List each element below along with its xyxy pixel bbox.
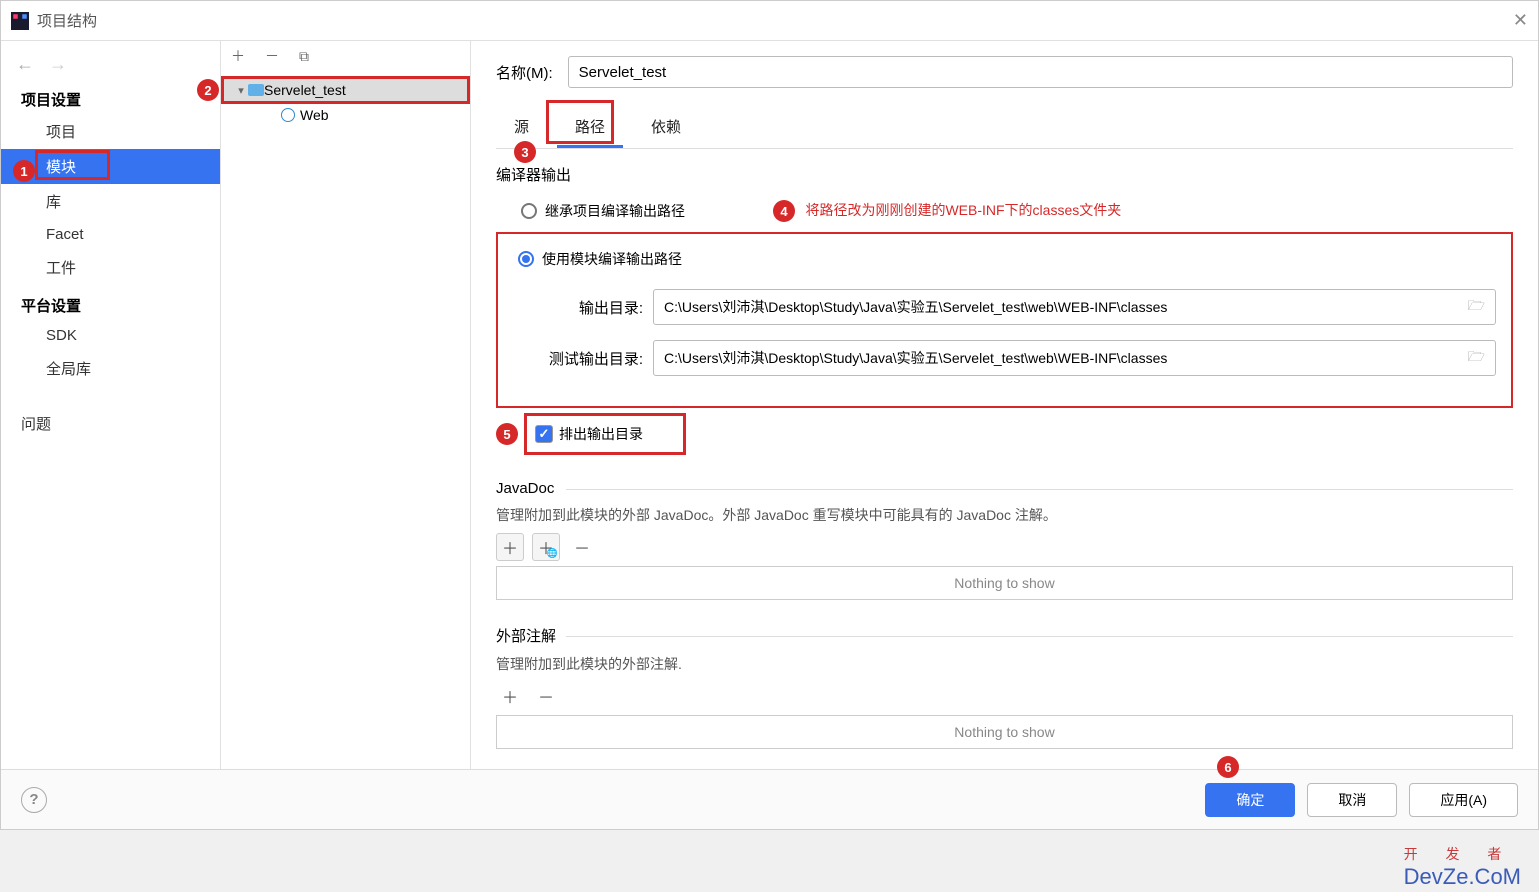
module-web-label: Web — [300, 107, 329, 123]
output-dir-label: 输出目录: — [513, 297, 653, 318]
sidebar-item-library[interactable]: 库 — [1, 184, 220, 219]
body: ← → 项目设置 项目 模块 库 Facet 工件 平台设置 SDK 全局库 问… — [1, 41, 1538, 769]
ok-button[interactable]: 确定 — [1205, 783, 1295, 817]
marker-5: 5 — [496, 423, 518, 445]
module-list-panel: ＋ － ⧉ ▾ Servelet_test Web — [221, 41, 471, 769]
watermark-cn: 开 发 者 — [1404, 844, 1521, 864]
titlebar: 项目结构 ✕ — [1, 1, 1538, 41]
external-empty: Nothing to show — [496, 715, 1513, 749]
external-helper: 管理附加到此模块的外部注解. — [496, 654, 1513, 674]
external-btns: ＋ － — [496, 682, 1513, 710]
tab-path[interactable]: 路径 — [557, 108, 623, 148]
tabs: 源 路径 依赖 — [496, 108, 1513, 149]
tab-deps[interactable]: 依赖 — [633, 108, 699, 148]
output-dir-value: C:\Users\刘沛淇\Desktop\Study\Java\实验五\Serv… — [664, 297, 1167, 317]
folder-icon — [248, 84, 264, 96]
remove-module-icon[interactable]: － — [265, 46, 279, 66]
test-output-input[interactable]: C:\Users\刘沛淇\Desktop\Study\Java\实验五\Serv… — [653, 340, 1496, 376]
inherit-radio-row[interactable]: 继承项目编译输出路径 4 将路径改为刚刚创建的WEB-INF下的classes文… — [496, 195, 1513, 227]
use-module-radio-row[interactable]: 使用模块编译输出路径 — [513, 244, 1496, 274]
use-module-label: 使用模块编译输出路径 — [542, 249, 682, 269]
external-title: 外部注解 — [496, 625, 1513, 646]
marker-2: 2 — [197, 79, 219, 101]
annotation4-text: 4 将路径改为刚刚创建的WEB-INF下的classes文件夹 — [773, 200, 1121, 222]
sidebar: ← → 项目设置 项目 模块 库 Facet 工件 平台设置 SDK 全局库 问… — [1, 41, 221, 769]
sidebar-item-project[interactable]: 项目 — [1, 114, 220, 149]
javadoc-btns: ＋ ＋🌐 － — [496, 533, 1513, 561]
module-tree-root[interactable]: ▾ Servelet_test — [221, 76, 470, 104]
web-icon — [281, 108, 295, 122]
project-settings-header: 项目设置 — [1, 79, 220, 114]
radio-checked-icon[interactable] — [518, 251, 534, 267]
content-panel: 名称(M): 源 路径 依赖 编译器输出 继承项目编译输出路径 4 将路径改为刚… — [471, 41, 1538, 769]
checkbox-checked-icon[interactable]: ✓ — [535, 425, 553, 443]
watermark-en: DevZe.CoM — [1404, 864, 1521, 890]
sidebar-item-problem[interactable]: 问题 — [1, 406, 220, 441]
name-label: 名称(M): — [496, 62, 553, 83]
chevron-down-icon[interactable]: ▾ — [234, 84, 248, 97]
radio-unchecked-icon[interactable] — [521, 203, 537, 219]
close-icon[interactable]: ✕ — [1513, 10, 1528, 31]
test-output-dir-row: 测试输出目录: C:\Users\刘沛淇\Desktop\Study\Java\… — [513, 340, 1496, 376]
add-javadoc-url-button[interactable]: ＋🌐 — [532, 533, 560, 561]
compiler-output-label: 编译器输出 — [496, 164, 1513, 185]
test-output-label: 测试输出目录: — [513, 348, 653, 369]
add-module-icon[interactable]: ＋ — [231, 46, 245, 66]
output-dir-row: 输出目录: C:\Users\刘沛淇\Desktop\Study\Java\实验… — [513, 289, 1496, 325]
exclude-checkbox-row[interactable]: ✓ 排出输出目录 — [524, 413, 686, 455]
sidebar-nav: ← → — [1, 49, 220, 79]
browse-icon[interactable]: 🗁 — [1468, 346, 1485, 370]
remove-javadoc-button[interactable]: － — [568, 533, 596, 561]
output-paths-box: 使用模块编译输出路径 输出目录: C:\Users\刘沛淇\Desktop\St… — [496, 232, 1513, 408]
remove-external-button[interactable]: － — [532, 682, 560, 710]
name-input[interactable] — [568, 56, 1513, 88]
cancel-button[interactable]: 取消 — [1307, 783, 1397, 817]
window-title: 项目结构 — [37, 10, 97, 31]
javadoc-helper: 管理附加到此模块的外部 JavaDoc。外部 JavaDoc 重写模块中可能具有… — [496, 505, 1513, 525]
sidebar-item-sdk[interactable]: SDK — [1, 320, 220, 351]
output-dir-input[interactable]: C:\Users\刘沛淇\Desktop\Study\Java\实验五\Serv… — [653, 289, 1496, 325]
platform-settings-header: 平台设置 — [1, 285, 220, 320]
javadoc-title: JavaDoc — [496, 480, 1513, 497]
browse-icon[interactable]: 🗁 — [1468, 295, 1485, 319]
javadoc-empty: Nothing to show — [496, 566, 1513, 600]
marker-3: 3 — [514, 141, 536, 163]
module-toolbar: ＋ － ⧉ — [221, 41, 470, 71]
app-logo-icon — [11, 12, 29, 30]
apply-button[interactable]: 应用(A) — [1409, 783, 1518, 817]
exclude-label: 排出输出目录 — [559, 424, 643, 444]
sidebar-item-global-lib[interactable]: 全局库 — [1, 351, 220, 386]
sidebar-item-facet[interactable]: Facet — [1, 219, 220, 250]
inherit-label: 继承项目编译输出路径 — [545, 201, 685, 221]
module-root-label: Servelet_test — [264, 82, 346, 98]
module-tree: ▾ Servelet_test Web — [221, 71, 470, 131]
back-icon[interactable]: ← — [16, 54, 34, 75]
window: 项目结构 ✕ ← → 项目设置 项目 模块 库 Facet 工件 平台设置 SD… — [0, 0, 1539, 830]
copy-module-icon[interactable]: ⧉ — [299, 48, 309, 65]
watermark: 开 发 者 DevZe.CoM — [1404, 844, 1521, 890]
marker-1: 1 — [13, 160, 35, 182]
name-row: 名称(M): — [496, 56, 1513, 88]
sidebar-item-artifact[interactable]: 工件 — [1, 250, 220, 285]
marker-6: 6 — [1217, 756, 1239, 778]
module-tree-web[interactable]: Web — [221, 104, 470, 126]
help-icon[interactable]: ? — [21, 787, 47, 813]
add-javadoc-button[interactable]: ＋ — [496, 533, 524, 561]
forward-icon[interactable]: → — [49, 54, 67, 75]
test-output-value: C:\Users\刘沛淇\Desktop\Study\Java\实验五\Serv… — [664, 348, 1167, 368]
marker-4: 4 — [773, 200, 795, 222]
bottom-bar: ? 确定 取消 应用(A) — [1, 769, 1538, 829]
add-external-button[interactable]: ＋ — [496, 682, 524, 710]
